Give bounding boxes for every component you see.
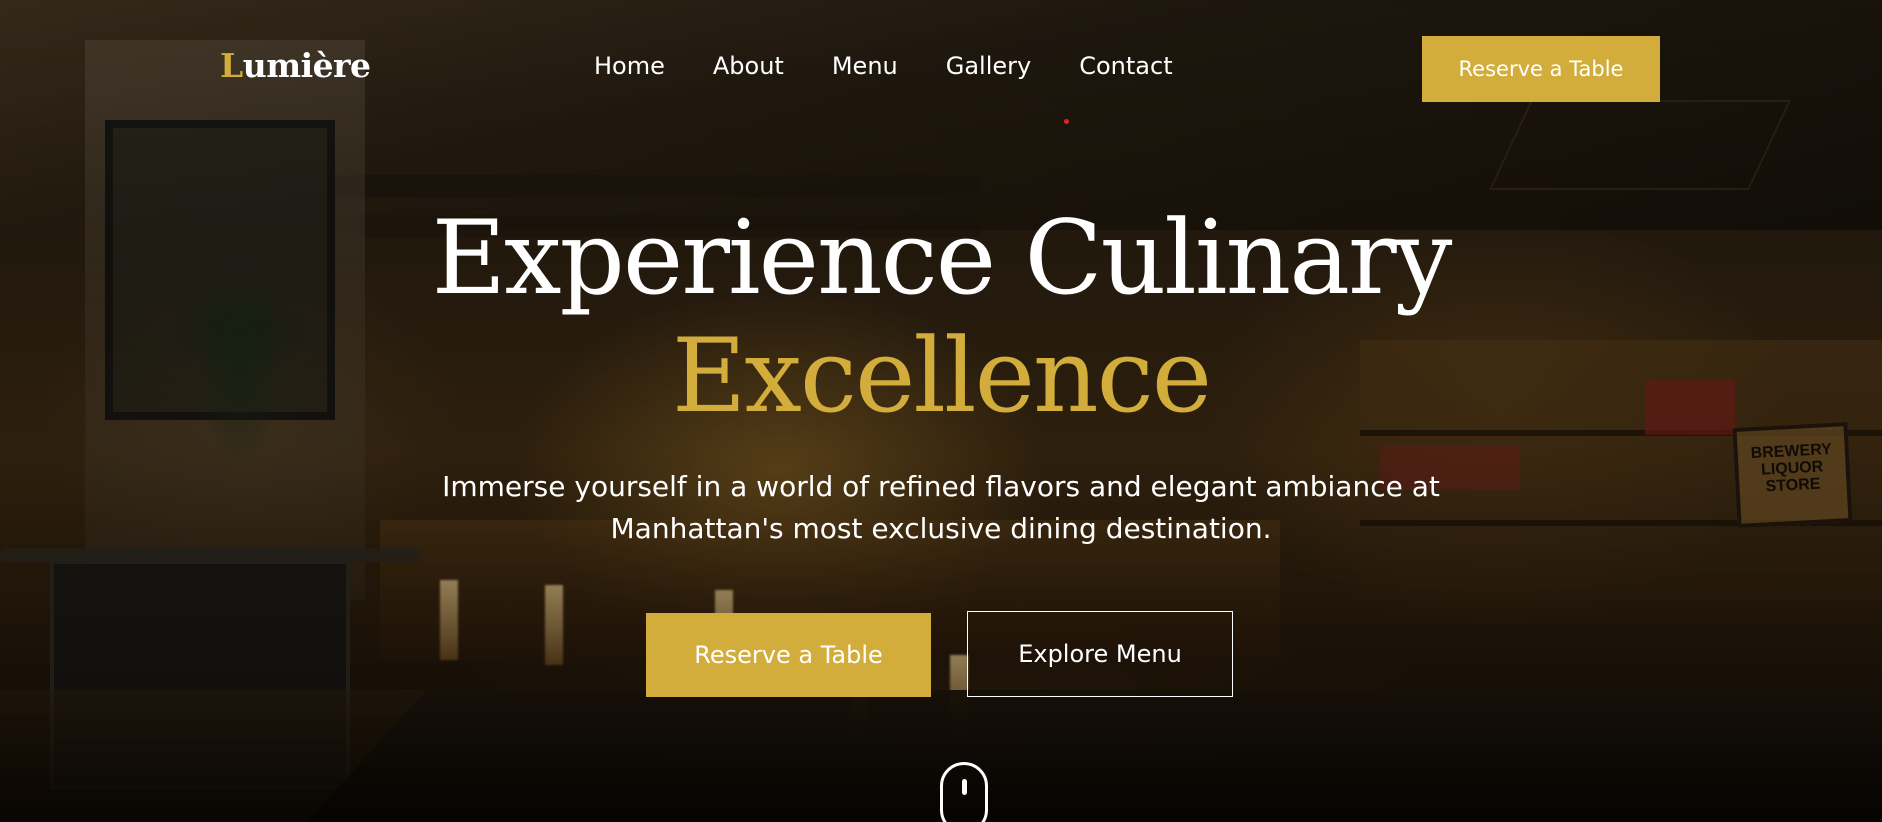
mouse-scroll-icon[interactable]: [940, 762, 988, 822]
hero-subtitle: Immerse yourself in a world of refined f…: [442, 470, 1440, 545]
hero-title-accent: Excellence: [671, 317, 1212, 436]
nav-about[interactable]: About: [713, 52, 784, 80]
nav-home[interactable]: Home: [594, 52, 665, 80]
logo-wordmark: umière: [242, 46, 371, 85]
hero-title-line: Experience Culinary: [431, 199, 1453, 318]
header-reserve-button[interactable]: Reserve a Table: [1422, 36, 1660, 102]
nav-indicator-dot: [1064, 119, 1069, 124]
logo-initial: L: [220, 46, 243, 85]
nav-menu[interactable]: Menu: [832, 52, 898, 80]
main-nav: Home About Menu Gallery Contact: [594, 52, 1221, 80]
nav-gallery[interactable]: Gallery: [946, 52, 1031, 80]
hero-title: Experience Culinary Excellence: [0, 200, 1882, 436]
hero-section: BREWERY LIQUOR STORE Lumière Home About …: [0, 0, 1882, 822]
nav-contact[interactable]: Contact: [1079, 52, 1172, 80]
reserve-table-button[interactable]: Reserve a Table: [646, 613, 931, 697]
brand-logo[interactable]: Lumière: [220, 46, 371, 85]
scroll-wheel: [962, 779, 967, 795]
explore-menu-button[interactable]: Explore Menu: [967, 611, 1233, 697]
